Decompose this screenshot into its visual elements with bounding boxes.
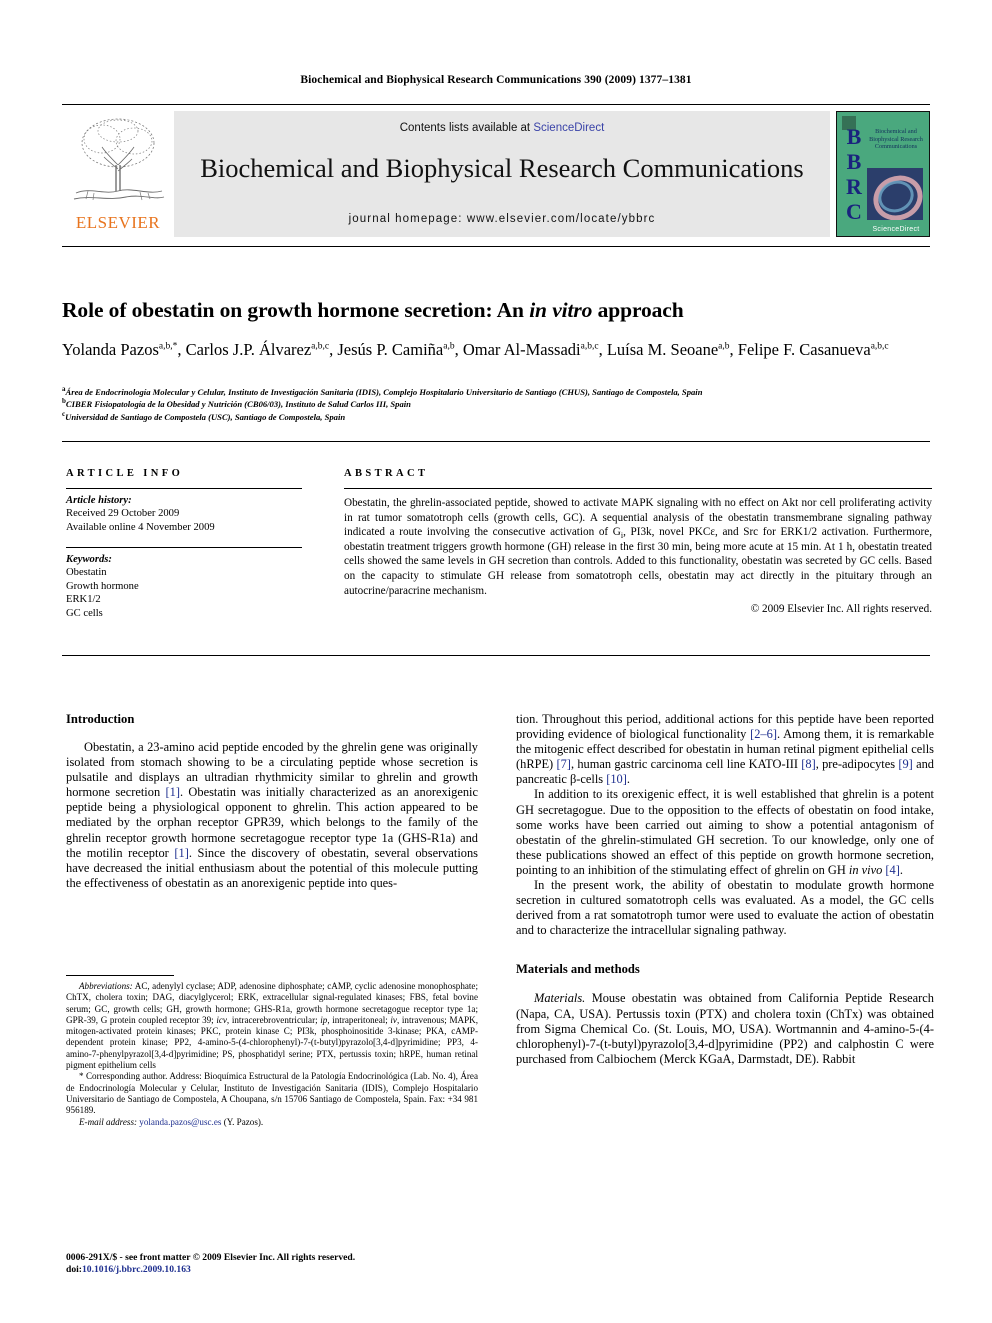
section-heading-materials-and-methods: Materials and methods: [516, 962, 640, 977]
corresponding-author-text: Corresponding author. Address: Bioquímic…: [66, 1071, 479, 1116]
article-history-item: Available online 4 November 2009: [66, 521, 215, 533]
contents-prefix: Contents lists available at: [399, 122, 534, 134]
author-name: Omar Al-Massadi: [462, 340, 581, 359]
affiliation-text: Área de Endocrinología Molecular y Celul…: [65, 387, 703, 397]
author-affil-marker: a,b,c: [311, 341, 330, 352]
affiliation-list: aÁrea de Endocrinología Molecular y Celu…: [62, 386, 936, 423]
paper-page: Biochemical and Biophysical Research Com…: [0, 0, 992, 1323]
cover-artwork: [867, 168, 923, 220]
author-affil-marker: a,b,*: [158, 341, 178, 352]
title-italic-part: in vitro: [529, 298, 593, 322]
abbreviations-label: Abbreviations:: [79, 981, 133, 991]
masthead-bottom-rule: [62, 246, 930, 247]
elsevier-tree-icon: [73, 118, 165, 201]
affiliation-text: Universidad de Santiago de Compostela (U…: [65, 411, 346, 422]
corresponding-author-marker: *: [79, 1071, 86, 1082]
contents-available-line: Contents lists available at ScienceDirec…: [174, 122, 830, 134]
author-separator: ,: [729, 340, 734, 359]
author-list: Yolanda Pazosa,b,*, Carlos J.P. Álvareza…: [62, 338, 936, 361]
author-affil-marker: a,b: [718, 341, 730, 352]
abbreviations-footnote: Abbreviations: AC, adenylyl cyclase; ADP…: [66, 981, 478, 1071]
body-column-left: Introduction Obestatin, a 23-amino acid …: [66, 712, 478, 891]
keyword-item: ERK1/2: [66, 594, 101, 606]
abbreviations-text: AC, adenylyl cyclase; ADP, adenosine dip…: [66, 981, 478, 1071]
abstract-copyright: © 2009 Elsevier Inc. All rights reserved…: [750, 603, 932, 616]
journal-homepage-link[interactable]: journal homepage: www.elsevier.com/locat…: [174, 213, 830, 225]
materials-paragraph: Materials. Mouse obestatin was obtained …: [516, 991, 934, 1066]
materials-label: Materials.: [534, 991, 586, 1006]
affiliation-item: cUniversidad de Santiago de Compostela (…: [62, 410, 936, 423]
issn-line: 0006-291X/$ - see front matter © 2009 El…: [66, 1252, 356, 1263]
sciencedirect-link[interactable]: ScienceDirect: [533, 122, 604, 134]
footnote-rule: [66, 975, 174, 976]
author-name: Yolanda Pazos: [62, 340, 159, 359]
footnote-block: Abbreviations: AC, adenylyl cyclase; ADP…: [66, 975, 478, 1128]
abstract-divider: [344, 488, 932, 489]
doi-link[interactable]: 10.1016/j.bbrc.2009.10.163: [82, 1264, 191, 1275]
email-label: E-mail address:: [79, 1116, 138, 1127]
abstract-text: Obestatin, the ghrelin-associated peptid…: [344, 496, 932, 598]
affiliation-item: aÁrea de Endocrinología Molecular y Celu…: [62, 386, 936, 398]
article-info-heading: ARTICLE INFO: [66, 468, 184, 479]
cover-sciencedirect-mark: ScienceDirect: [872, 226, 920, 233]
author-affil-marker: a,b,c: [580, 341, 599, 352]
email-suffix: (Y. Pazos).: [221, 1116, 264, 1127]
section-heading-introduction: Introduction: [66, 712, 135, 726]
intro-paragraph-1: Obestatin, a 23-amino acid peptide encod…: [66, 740, 478, 890]
intro-paragraph-2: In addition to its orexigenic effect, it…: [516, 787, 934, 877]
author-name: Felipe F. Casanueva: [737, 340, 871, 359]
affiliation-item: bCIBER Fisiopatología de la Obesidad y N…: [62, 398, 936, 410]
article-history-label: Article history:: [66, 495, 132, 506]
info-band-bottom-rule: [62, 655, 930, 656]
journal-masthead: ELSEVIER Contents lists available at Sci…: [62, 104, 930, 237]
author-separator: ,: [454, 340, 463, 359]
keyword-item: Obestatin: [66, 567, 107, 579]
author-name: Carlos J.P. Álvarez: [185, 340, 312, 359]
article-history-item: Received 29 October 2009: [66, 508, 180, 519]
abstract-heading: ABSTRACT: [344, 468, 429, 479]
elsevier-logo: ELSEVIER: [62, 111, 174, 237]
author-name: Luísa M. Seoane: [606, 340, 719, 359]
keywords-label: Keywords:: [66, 554, 112, 566]
abstract-block: ABSTRACT Obestatin, the ghrelin-associat…: [344, 468, 932, 615]
body-column-right: tion. Throughout this period, additional…: [516, 712, 934, 1067]
journal-title: Biochemical and Biophysical Research Com…: [200, 153, 804, 183]
doi-line: doi:10.1016/j.bbrc.2009.10.163: [66, 1264, 478, 1276]
info-band-top-rule: [62, 441, 930, 442]
author-affil-marker: a,b: [443, 341, 455, 352]
author-separator: ,: [177, 340, 186, 359]
intro-paragraph-3: In the present work, the ability of obes…: [516, 878, 934, 938]
article-info-block: ARTICLE INFO Article history: Received 2…: [66, 468, 314, 621]
affiliation-text: CIBER Fisiopatología de la Obesidad y Nu…: [65, 399, 411, 410]
email-footnote: E-mail address: yolanda.pazos@usc.es (Y.…: [66, 1117, 478, 1128]
journal-cover-thumbnail: BBRC Biochemical and Biophysical Researc…: [836, 111, 930, 237]
corresponding-author-footnote: * Corresponding author. Address: Bioquím…: [66, 1071, 478, 1116]
article-info-divider: [66, 488, 302, 489]
cover-bbrc-letters: BBRC: [846, 124, 862, 224]
email-link[interactable]: yolanda.pazos@usc.es: [139, 1117, 221, 1127]
author-separator: ,: [598, 340, 607, 359]
article-title: Role of obestatin on growth hormone secr…: [62, 297, 934, 323]
elsevier-wordmark: ELSEVIER: [75, 213, 161, 232]
intro-paragraph-1-continued: tion. Throughout this period, additional…: [516, 712, 935, 787]
imprint-block: 0006-291X/$ - see front matter © 2009 El…: [66, 1252, 478, 1277]
journal-band: Contents lists available at ScienceDirec…: [174, 111, 830, 237]
running-head: Biochemical and Biophysical Research Com…: [300, 74, 692, 86]
author-affil-marker: a,b,c: [870, 341, 889, 352]
title-part-1: Role of obestatin on growth hormone secr…: [62, 298, 530, 322]
keyword-item: GC cells: [66, 607, 103, 619]
doi-label: doi:: [66, 1264, 82, 1276]
cover-title-text: Biochemical and Biophysical Research Com…: [869, 128, 923, 151]
author-name: Jesús P. Camiña: [337, 340, 444, 359]
keywords-divider: [66, 547, 302, 549]
keyword-item: Growth hormone: [66, 580, 139, 592]
title-part-2: approach: [592, 298, 684, 322]
